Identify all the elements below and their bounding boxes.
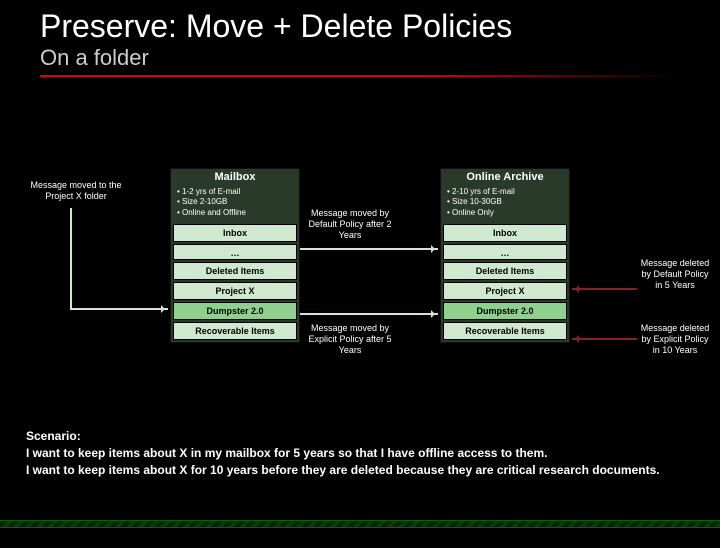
mailbox-bullet-2: Size 2-10GB xyxy=(177,197,293,207)
archive-bullet-2: Size 10-30GB xyxy=(447,197,563,207)
archive-bullets: 2-10 yrs of E-mail Size 10-30GB Online O… xyxy=(441,185,569,222)
arrow-inbox-to-archive xyxy=(300,248,438,250)
diagram-area: Mailbox 1-2 yrs of E-mail Size 2-10GB On… xyxy=(0,168,720,388)
scenario-text: Scenario: I want to keep items about X i… xyxy=(26,428,686,478)
arrow-delete-default xyxy=(572,288,637,290)
archive-row-inbox: Inbox xyxy=(443,224,567,242)
mailbox-row-dumpster: Dumpster 2.0 xyxy=(173,302,297,320)
mailbox-row-ellipsis: … xyxy=(173,244,297,260)
arrow-projectx-to-archive xyxy=(300,313,438,315)
archive-bullet-1: 2-10 yrs of E-mail xyxy=(447,187,563,197)
footer-stripe xyxy=(0,520,720,528)
scenario-line-1: I want to keep items about X in my mailb… xyxy=(26,445,686,462)
archive-row-projectx: Project X xyxy=(443,282,567,300)
title-underline xyxy=(40,75,680,77)
arrow-delete-explicit xyxy=(572,338,637,340)
archive-title: Online Archive xyxy=(441,169,569,185)
slide-title: Preserve: Move + Delete Policies xyxy=(40,8,720,45)
mailbox-row-deleted: Deleted Items xyxy=(173,262,297,280)
scenario-heading: Scenario: xyxy=(26,428,686,445)
connector-line xyxy=(70,208,72,308)
archive-row-ellipsis: … xyxy=(443,244,567,260)
mailbox-title: Mailbox xyxy=(171,169,299,185)
mailbox-panel: Mailbox 1-2 yrs of E-mail Size 2-10GB On… xyxy=(170,168,300,343)
archive-row-dumpster: Dumpster 2.0 xyxy=(443,302,567,320)
mailbox-bullet-1: 1-2 yrs of E-mail xyxy=(177,187,293,197)
scenario-line-2: I want to keep items about X for 10 year… xyxy=(26,462,686,479)
mailbox-row-recoverable: Recoverable Items xyxy=(173,322,297,340)
mailbox-bullet-3: Online and Offline xyxy=(177,208,293,218)
archive-panel: Online Archive 2-10 yrs of E-mail Size 1… xyxy=(440,168,570,343)
arrow-into-mailbox xyxy=(70,308,168,310)
archive-row-recoverable: Recoverable Items xyxy=(443,322,567,340)
archive-bullet-3: Online Only xyxy=(447,208,563,218)
mailbox-row-projectx: Project X xyxy=(173,282,297,300)
slide-subtitle: On a folder xyxy=(40,45,720,71)
mailbox-bullets: 1-2 yrs of E-mail Size 2-10GB Online and… xyxy=(171,185,299,222)
mailbox-row-inbox: Inbox xyxy=(173,224,297,242)
archive-row-deleted: Deleted Items xyxy=(443,262,567,280)
